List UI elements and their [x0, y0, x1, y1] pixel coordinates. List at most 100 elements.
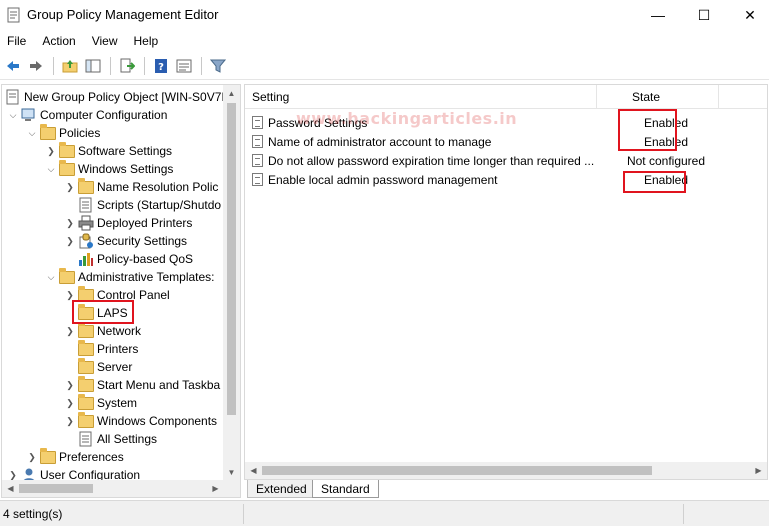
- chevron-down-icon[interactable]: ⌵: [5, 106, 21, 124]
- chevron-right-icon[interactable]: ❯: [62, 178, 78, 196]
- tree-item-all-settings[interactable]: All Settings: [62, 430, 157, 448]
- properties-button[interactable]: [173, 55, 194, 76]
- printer-icon: [78, 215, 94, 231]
- tree-item-windows-settings[interactable]: ⌵ Windows Settings: [43, 160, 173, 178]
- policy-setting-icon: [252, 154, 263, 167]
- tree-item-administrative-templates[interactable]: ⌵ Administrative Templates:: [43, 268, 215, 286]
- tree-item-deployed-printers[interactable]: ❯ Deployed Printers: [62, 214, 192, 232]
- scroll-up-icon[interactable]: ▲: [223, 85, 240, 102]
- column-header-state[interactable]: State: [632, 85, 660, 109]
- tree-item-preferences[interactable]: ❯ Preferences: [24, 448, 124, 466]
- chevron-right-icon[interactable]: ❯: [62, 376, 78, 394]
- folder-icon: [59, 142, 75, 159]
- up-folder-icon: [62, 59, 77, 72]
- close-button[interactable]: ✕: [727, 0, 769, 30]
- scroll-thumb[interactable]: [227, 103, 236, 415]
- column-header-setting[interactable]: Setting: [252, 85, 289, 109]
- menu-view[interactable]: View: [87, 34, 123, 48]
- tree-item-policy-based-qos[interactable]: Policy-based QoS: [62, 250, 193, 268]
- tree-item-label: Software Settings: [78, 144, 173, 158]
- tree-item-windows-components[interactable]: ❯ Windows Components: [62, 412, 217, 430]
- chevron-right-icon[interactable]: ❯: [43, 142, 59, 160]
- back-button[interactable]: [2, 55, 23, 76]
- tree-item-start-menu-taskbar[interactable]: ❯ Start Menu and Taskba: [62, 376, 220, 394]
- tab-extended[interactable]: Extended: [247, 480, 316, 498]
- export-list-button[interactable]: [116, 55, 137, 76]
- help-button[interactable]: ?: [150, 55, 171, 76]
- maximize-button[interactable]: ☐: [681, 0, 727, 30]
- folder-icon: [78, 376, 94, 393]
- user-icon: [23, 468, 35, 481]
- menu-bar: File Action View Help: [0, 30, 769, 52]
- chevron-right-icon[interactable]: ❯: [62, 394, 78, 412]
- show-hide-tree-icon: [85, 59, 100, 72]
- tree-item-network[interactable]: ❯ Network: [62, 322, 141, 340]
- scroll-left-icon[interactable]: ◀: [245, 462, 262, 479]
- chevron-down-icon[interactable]: ⌵: [43, 268, 59, 286]
- setting-row[interactable]: Name of administrator account to manage …: [245, 132, 767, 151]
- folder-icon: [78, 340, 94, 357]
- tree-item-name-resolution-policy[interactable]: ❯ Name Resolution Polic: [62, 178, 218, 196]
- tree-item-gpo-root[interactable]: New Group Policy Object [WIN-S0V7I: [5, 88, 224, 106]
- scroll-down-icon[interactable]: ▼: [223, 464, 240, 481]
- menu-help[interactable]: Help: [129, 34, 164, 48]
- tree-item-label: Server: [97, 360, 133, 374]
- scroll-thumb[interactable]: [262, 466, 652, 475]
- setting-name: Enable local admin password management: [268, 172, 498, 187]
- scroll-right-icon[interactable]: ▶: [750, 462, 767, 479]
- tree-item-printers[interactable]: Printers: [62, 340, 138, 358]
- policy-setting-icon: [252, 116, 263, 129]
- menu-file[interactable]: File: [2, 34, 31, 48]
- tree-item-security-settings[interactable]: ❯ Security Settings: [62, 232, 187, 250]
- scroll-right-icon[interactable]: ▶: [207, 480, 224, 497]
- tree-item-label: Policies: [59, 126, 101, 140]
- tree-horizontal-scrollbar[interactable]: ◀ ▶: [2, 480, 224, 497]
- settings-list-pane[interactable]: Setting State Password Settings Enabled …: [244, 84, 768, 480]
- close-icon: ✕: [744, 6, 756, 23]
- forward-button[interactable]: [25, 55, 46, 76]
- minimize-button[interactable]: —: [635, 0, 681, 30]
- tab-standard[interactable]: Standard: [312, 480, 379, 498]
- setting-row[interactable]: Do not allow password expiration time lo…: [245, 151, 767, 170]
- folder-icon: [59, 268, 75, 285]
- watermark-text: www.hackingarticles.in: [296, 109, 518, 128]
- maximize-icon: ☐: [697, 6, 711, 23]
- tree-item-label: Start Menu and Taskba: [97, 378, 221, 392]
- tree-item-system[interactable]: ❯ System: [62, 394, 137, 412]
- column-divider[interactable]: [596, 85, 597, 109]
- tree-item-scripts[interactable]: Scripts (Startup/Shutdo: [62, 196, 221, 214]
- chevron-down-icon[interactable]: ⌵: [24, 124, 40, 142]
- tree-view: New Group Policy Object [WIN-S0V7I ⌵ Com…: [2, 85, 224, 481]
- tree-vertical-scrollbar[interactable]: ▲ ▼: [223, 85, 240, 481]
- tree-item-server[interactable]: Server: [62, 358, 132, 376]
- scroll-left-icon[interactable]: ◀: [2, 480, 19, 497]
- tree-item-computer-configuration[interactable]: ⌵ Computer Configuration: [5, 106, 168, 124]
- chevron-down-icon[interactable]: ⌵: [43, 160, 59, 178]
- scroll-thumb[interactable]: [19, 484, 93, 493]
- folder-icon: [78, 322, 94, 339]
- column-divider[interactable]: [718, 85, 719, 109]
- tree-item-user-configuration[interactable]: ❯ User Configuration: [5, 466, 140, 481]
- chevron-right-icon[interactable]: ❯: [62, 214, 78, 232]
- chevron-right-icon[interactable]: ❯: [62, 232, 78, 250]
- tree-item-label: Name Resolution Polic: [97, 180, 219, 194]
- chevron-right-icon[interactable]: ❯: [24, 448, 40, 466]
- filter-button[interactable]: [207, 55, 228, 76]
- show-hide-tree-button[interactable]: [82, 55, 103, 76]
- tree-item-software-settings[interactable]: ❯ Software Settings: [43, 142, 172, 160]
- setting-row[interactable]: Enable local admin password management E…: [245, 170, 767, 189]
- toolbar: ?: [0, 52, 769, 80]
- tree-item-label: System: [97, 396, 138, 410]
- tree-item-policies[interactable]: ⌵ Policies: [24, 124, 100, 142]
- list-header: Setting State: [245, 85, 767, 109]
- list-horizontal-scrollbar[interactable]: ◀ ▶: [245, 462, 767, 479]
- tree-item-label: Policy-based QoS: [97, 252, 194, 266]
- chevron-right-icon[interactable]: ❯: [5, 466, 21, 481]
- menu-action[interactable]: Action: [37, 34, 80, 48]
- up-one-level-button[interactable]: [59, 55, 80, 76]
- chevron-right-icon[interactable]: ❯: [62, 322, 78, 340]
- toolbar-separator: [144, 56, 145, 75]
- tree-pane[interactable]: New Group Policy Object [WIN-S0V7I ⌵ Com…: [1, 84, 241, 498]
- chevron-right-icon[interactable]: ❯: [62, 412, 78, 430]
- status-text: 4 setting(s): [3, 507, 63, 521]
